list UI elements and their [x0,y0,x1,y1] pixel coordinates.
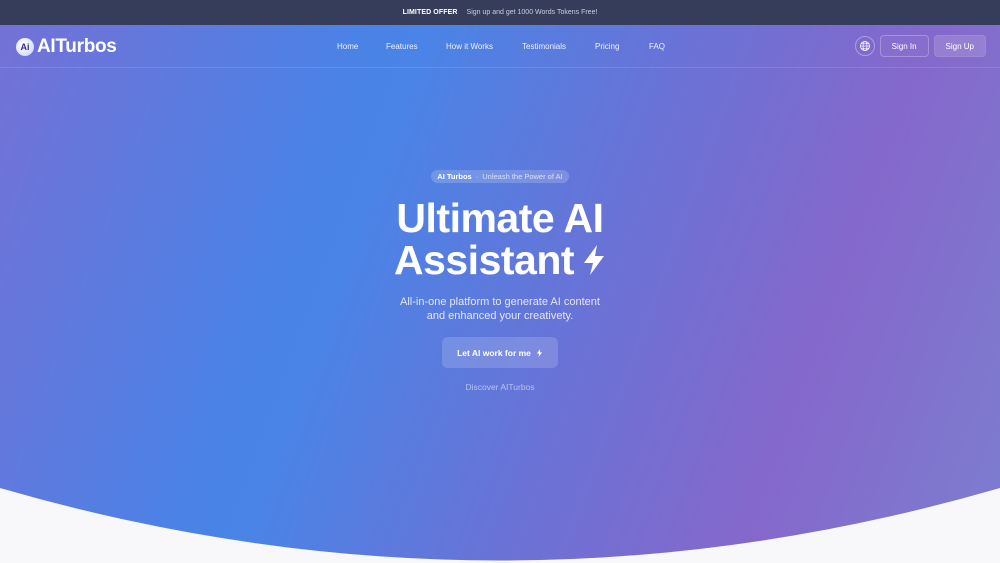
language-button[interactable] [854,36,875,56]
headline-line-1: Ultimate AI [396,195,604,241]
nav-pricing[interactable]: Pricing [595,42,619,51]
pill-separator: · [475,172,479,181]
lightning-bolt-icon [584,245,605,275]
logo[interactable]: Ai AITurbos [16,36,117,58]
promo-tag: LIMITED OFFER [402,9,458,16]
nav-home[interactable]: Home [337,42,358,51]
nav-features[interactable]: Features [386,42,418,51]
pill-brand: AI Turbos [437,172,472,181]
promo-text[interactable]: Sign up and get 1000 Words Tokens Free! [467,9,598,16]
hero-content: AI Turbos · Unleash the Power of AI Ulti… [0,170,1000,392]
pill-tagline: Unleash the Power of AI [482,172,563,181]
headline-line-2-wrap: Assistant [394,239,606,281]
hero-bottom-curve [0,488,1000,563]
cta-button[interactable]: Let AI work for me [442,337,558,368]
cta-label: Let AI work for me [457,347,531,358]
sign-up-button[interactable]: Sign Up [933,35,986,57]
logo-icon: Ai [16,38,34,56]
sparkle-icon [536,348,543,357]
sign-in-button[interactable]: Sign In [879,35,929,57]
discover-link[interactable]: Discover AITurbos [465,382,534,392]
nav-testimonials[interactable]: Testimonials [522,42,566,51]
subtitle-line-1: All-in-one platform to generate AI conte… [400,296,600,308]
globe-icon [859,41,870,51]
navbar: Ai AITurbos Home Features How it Works T… [0,25,1000,68]
nav-how-it-works[interactable]: How it Works [446,42,493,51]
subtitle-line-2: and enhanced your creativety. [426,309,574,322]
nav-actions: Sign In Sign Up [854,35,986,57]
logo-text: AITurbos [37,36,117,57]
nav-faq[interactable]: FAQ [649,42,665,51]
hero-headline: Ultimate AI Assistant [394,197,606,281]
promo-bar: LIMITED OFFER Sign up and get 1000 Words… [0,0,1000,25]
hero-pill-badge: AI Turbos · Unleash the Power of AI [431,170,569,183]
headline-line-2: Assistant [393,237,575,283]
hero-subtitle: All-in-one platform to generate AI conte… [400,296,600,323]
